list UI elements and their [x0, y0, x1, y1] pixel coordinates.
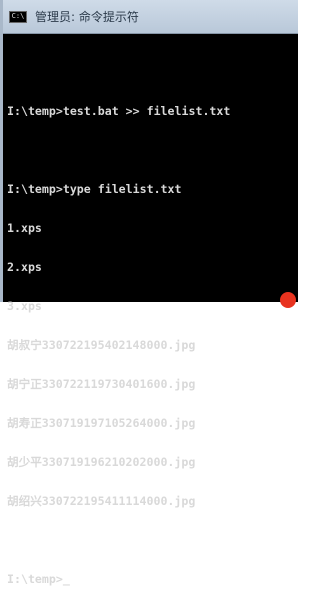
console-line: 1.xps — [7, 221, 42, 235]
corner-badge — [280, 292, 296, 308]
console-line: 2.xps — [7, 260, 42, 274]
console-line: 胡寿正330719197105264000.jpg — [7, 416, 196, 430]
cmd-window: C:\ 管理员: 命令提示符 I:\temp>test.bat >> filel… — [0, 0, 298, 586]
console-line: I:\temp>test.bat >> filelist.txt — [7, 104, 231, 118]
console-line: 胡宁正330722119730401600.jpg — [7, 377, 196, 391]
console-line: 胡少平330719196210202000.jpg — [7, 455, 196, 469]
console-prompt-line: I:\temp>_ — [7, 572, 70, 586]
console-output[interactable]: I:\temp>test.bat >> filelist.txt I:\temp… — [3, 34, 298, 586]
console-line: 胡绍兴330722195411114000.jpg — [7, 494, 196, 508]
window-title: 管理员: 命令提示符 — [35, 10, 139, 24]
title-bar[interactable]: C:\ 管理员: 命令提示符 — [3, 0, 298, 34]
cmd-icon: C:\ — [9, 10, 27, 23]
console-line: I:\temp>type filelist.txt — [7, 182, 182, 196]
console-line: 胡叔宁330722195402148000.jpg — [7, 338, 196, 352]
